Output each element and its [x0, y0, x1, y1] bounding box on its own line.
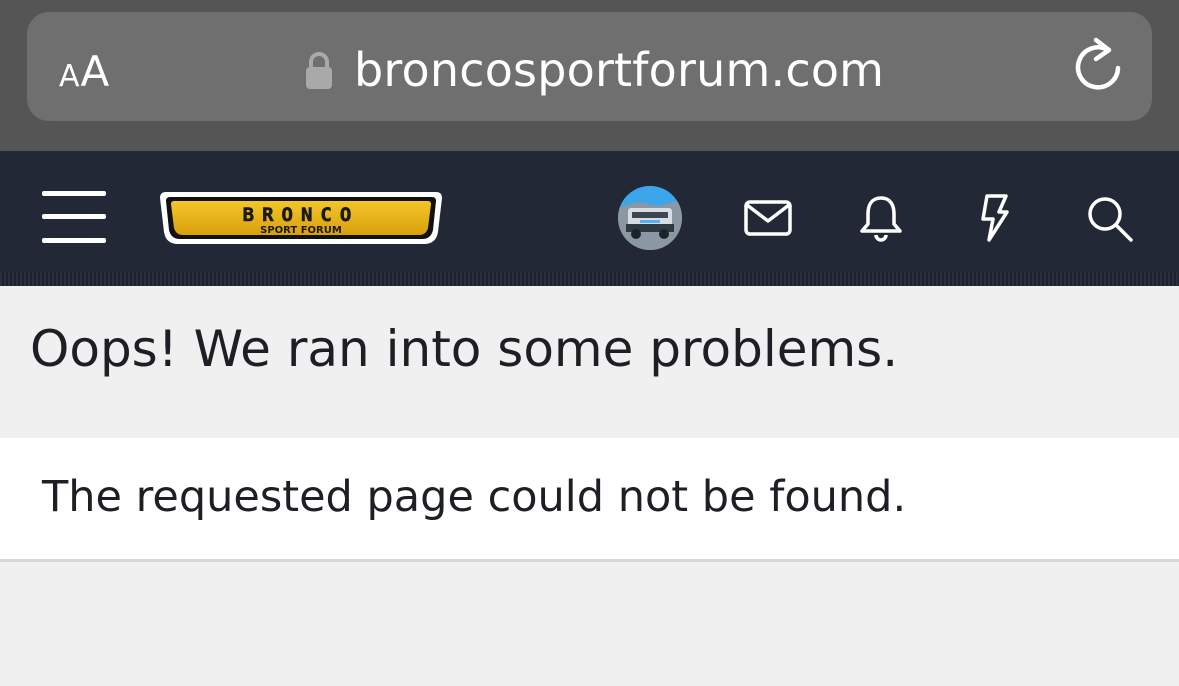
search-icon[interactable] [1084, 193, 1134, 243]
logo-subtitle: SPORT FORUM [260, 225, 342, 236]
lock-icon [306, 52, 332, 89]
text-size-big-label: A [80, 47, 110, 96]
avatar[interactable] [618, 186, 682, 250]
forum-header: BRONCO SPORT FORUM [0, 151, 1179, 286]
page-title: Oops! We ran into some problems. [30, 320, 899, 378]
logo-title: BRONCO [243, 204, 360, 226]
url-text: broncosportforum.com [354, 43, 885, 97]
error-message-block: The requested page could not be found. [0, 438, 1179, 562]
text-size-button[interactable]: A A [59, 44, 110, 96]
site-logo[interactable]: BRONCO SPORT FORUM [158, 188, 444, 248]
bell-icon[interactable] [856, 193, 906, 243]
hamburger-menu-icon[interactable] [42, 191, 106, 243]
browser-chrome: A A broncosportforum.com [0, 0, 1179, 151]
url-display[interactable]: broncosportforum.com [304, 40, 884, 100]
error-message: The requested page could not be found. [42, 472, 907, 522]
lightning-icon[interactable] [970, 193, 1020, 243]
reload-icon[interactable] [1072, 36, 1124, 94]
envelope-icon[interactable] [743, 193, 793, 243]
text-size-small-label: A [59, 59, 80, 94]
page-title-area: Oops! We ran into some problems. [0, 286, 1179, 438]
